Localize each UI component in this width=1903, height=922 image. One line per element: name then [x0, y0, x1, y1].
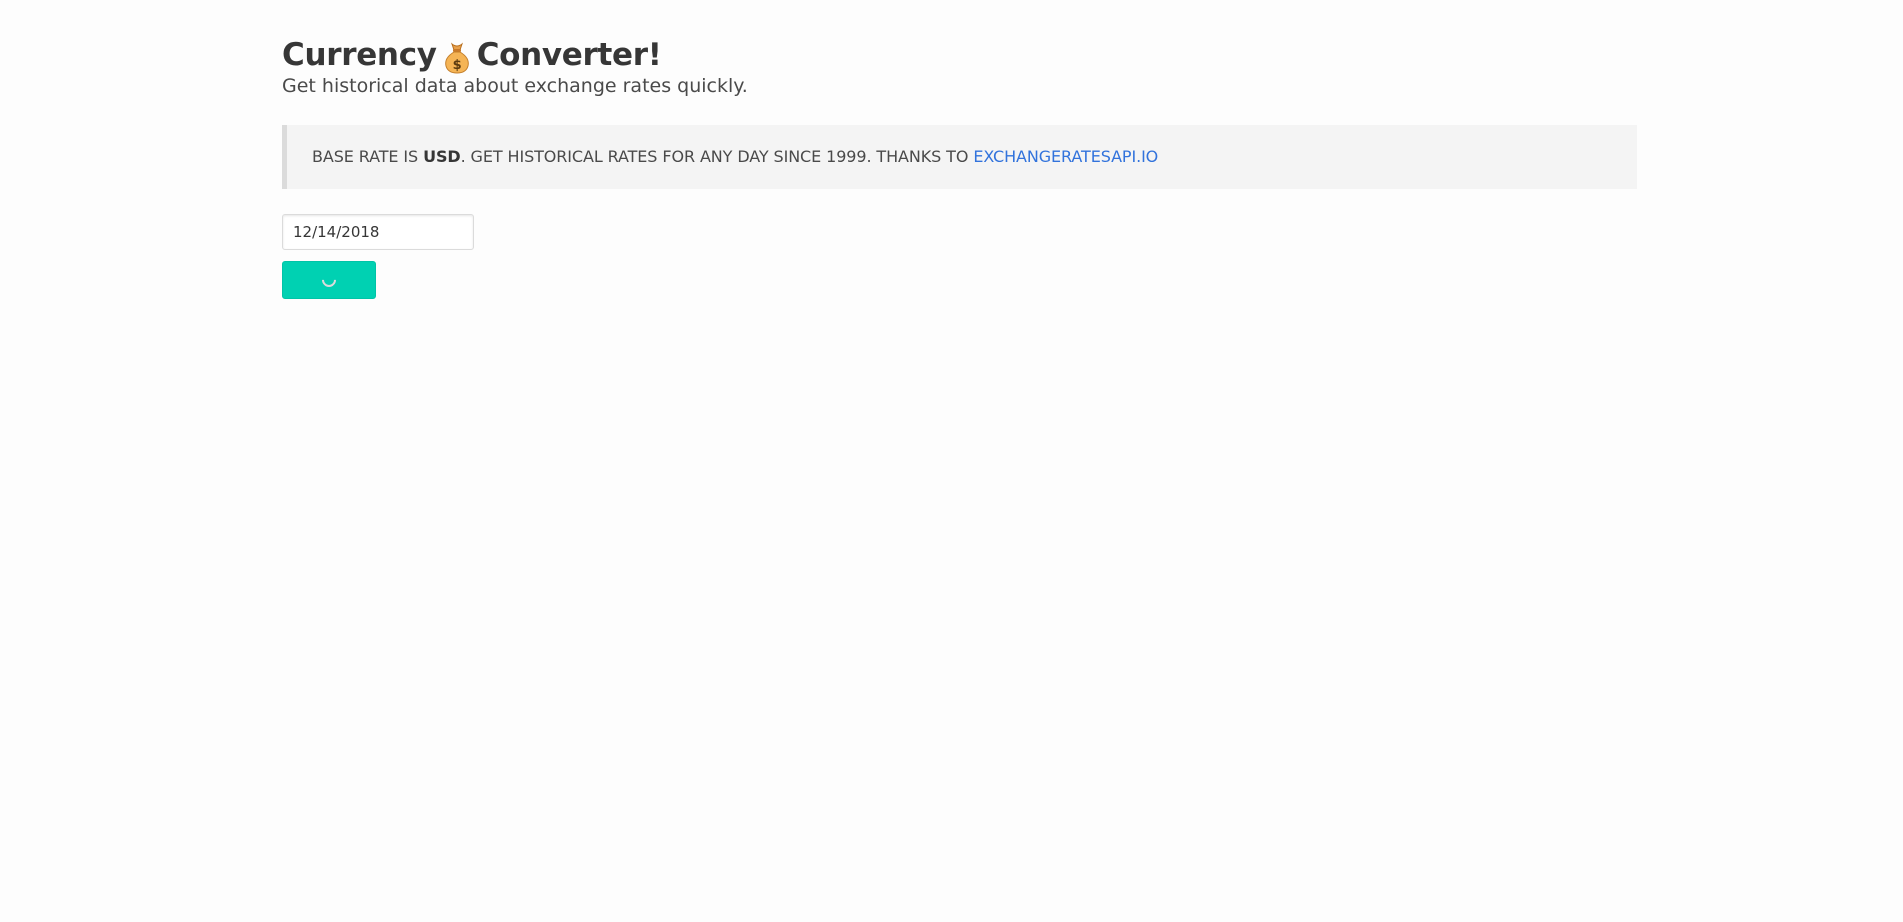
- svg-text:$: $: [452, 58, 461, 73]
- notice-prefix: BASE RATE IS: [312, 147, 424, 166]
- notice-middle: . GET HISTORICAL RATES FOR ANY DAY SINCE…: [460, 147, 974, 166]
- base-currency: USD: [423, 147, 461, 166]
- title-text-currency: Currency: [282, 37, 437, 73]
- page-subtitle: Get historical data about exchange rates…: [282, 74, 748, 97]
- loading-spinner-icon: [319, 269, 339, 290]
- date-input[interactable]: [282, 213, 474, 250]
- money-bag-icon: $: [440, 40, 474, 74]
- title-text-converter: Converter!: [476, 37, 662, 73]
- main-container: Currency $ Converter! Get historical dat…: [282, 36, 1637, 299]
- submit-button-loading[interactable]: [282, 260, 376, 299]
- exchangeratesapi-link[interactable]: EXCHANGERATESAPI.IO: [973, 147, 1158, 166]
- page-title: Currency $ Converter!: [282, 36, 1637, 75]
- info-notice: BASE RATE IS USD. GET HISTORICAL RATES F…: [282, 124, 1637, 189]
- notice-text: BASE RATE IS USD. GET HISTORICAL RATES F…: [312, 147, 1158, 166]
